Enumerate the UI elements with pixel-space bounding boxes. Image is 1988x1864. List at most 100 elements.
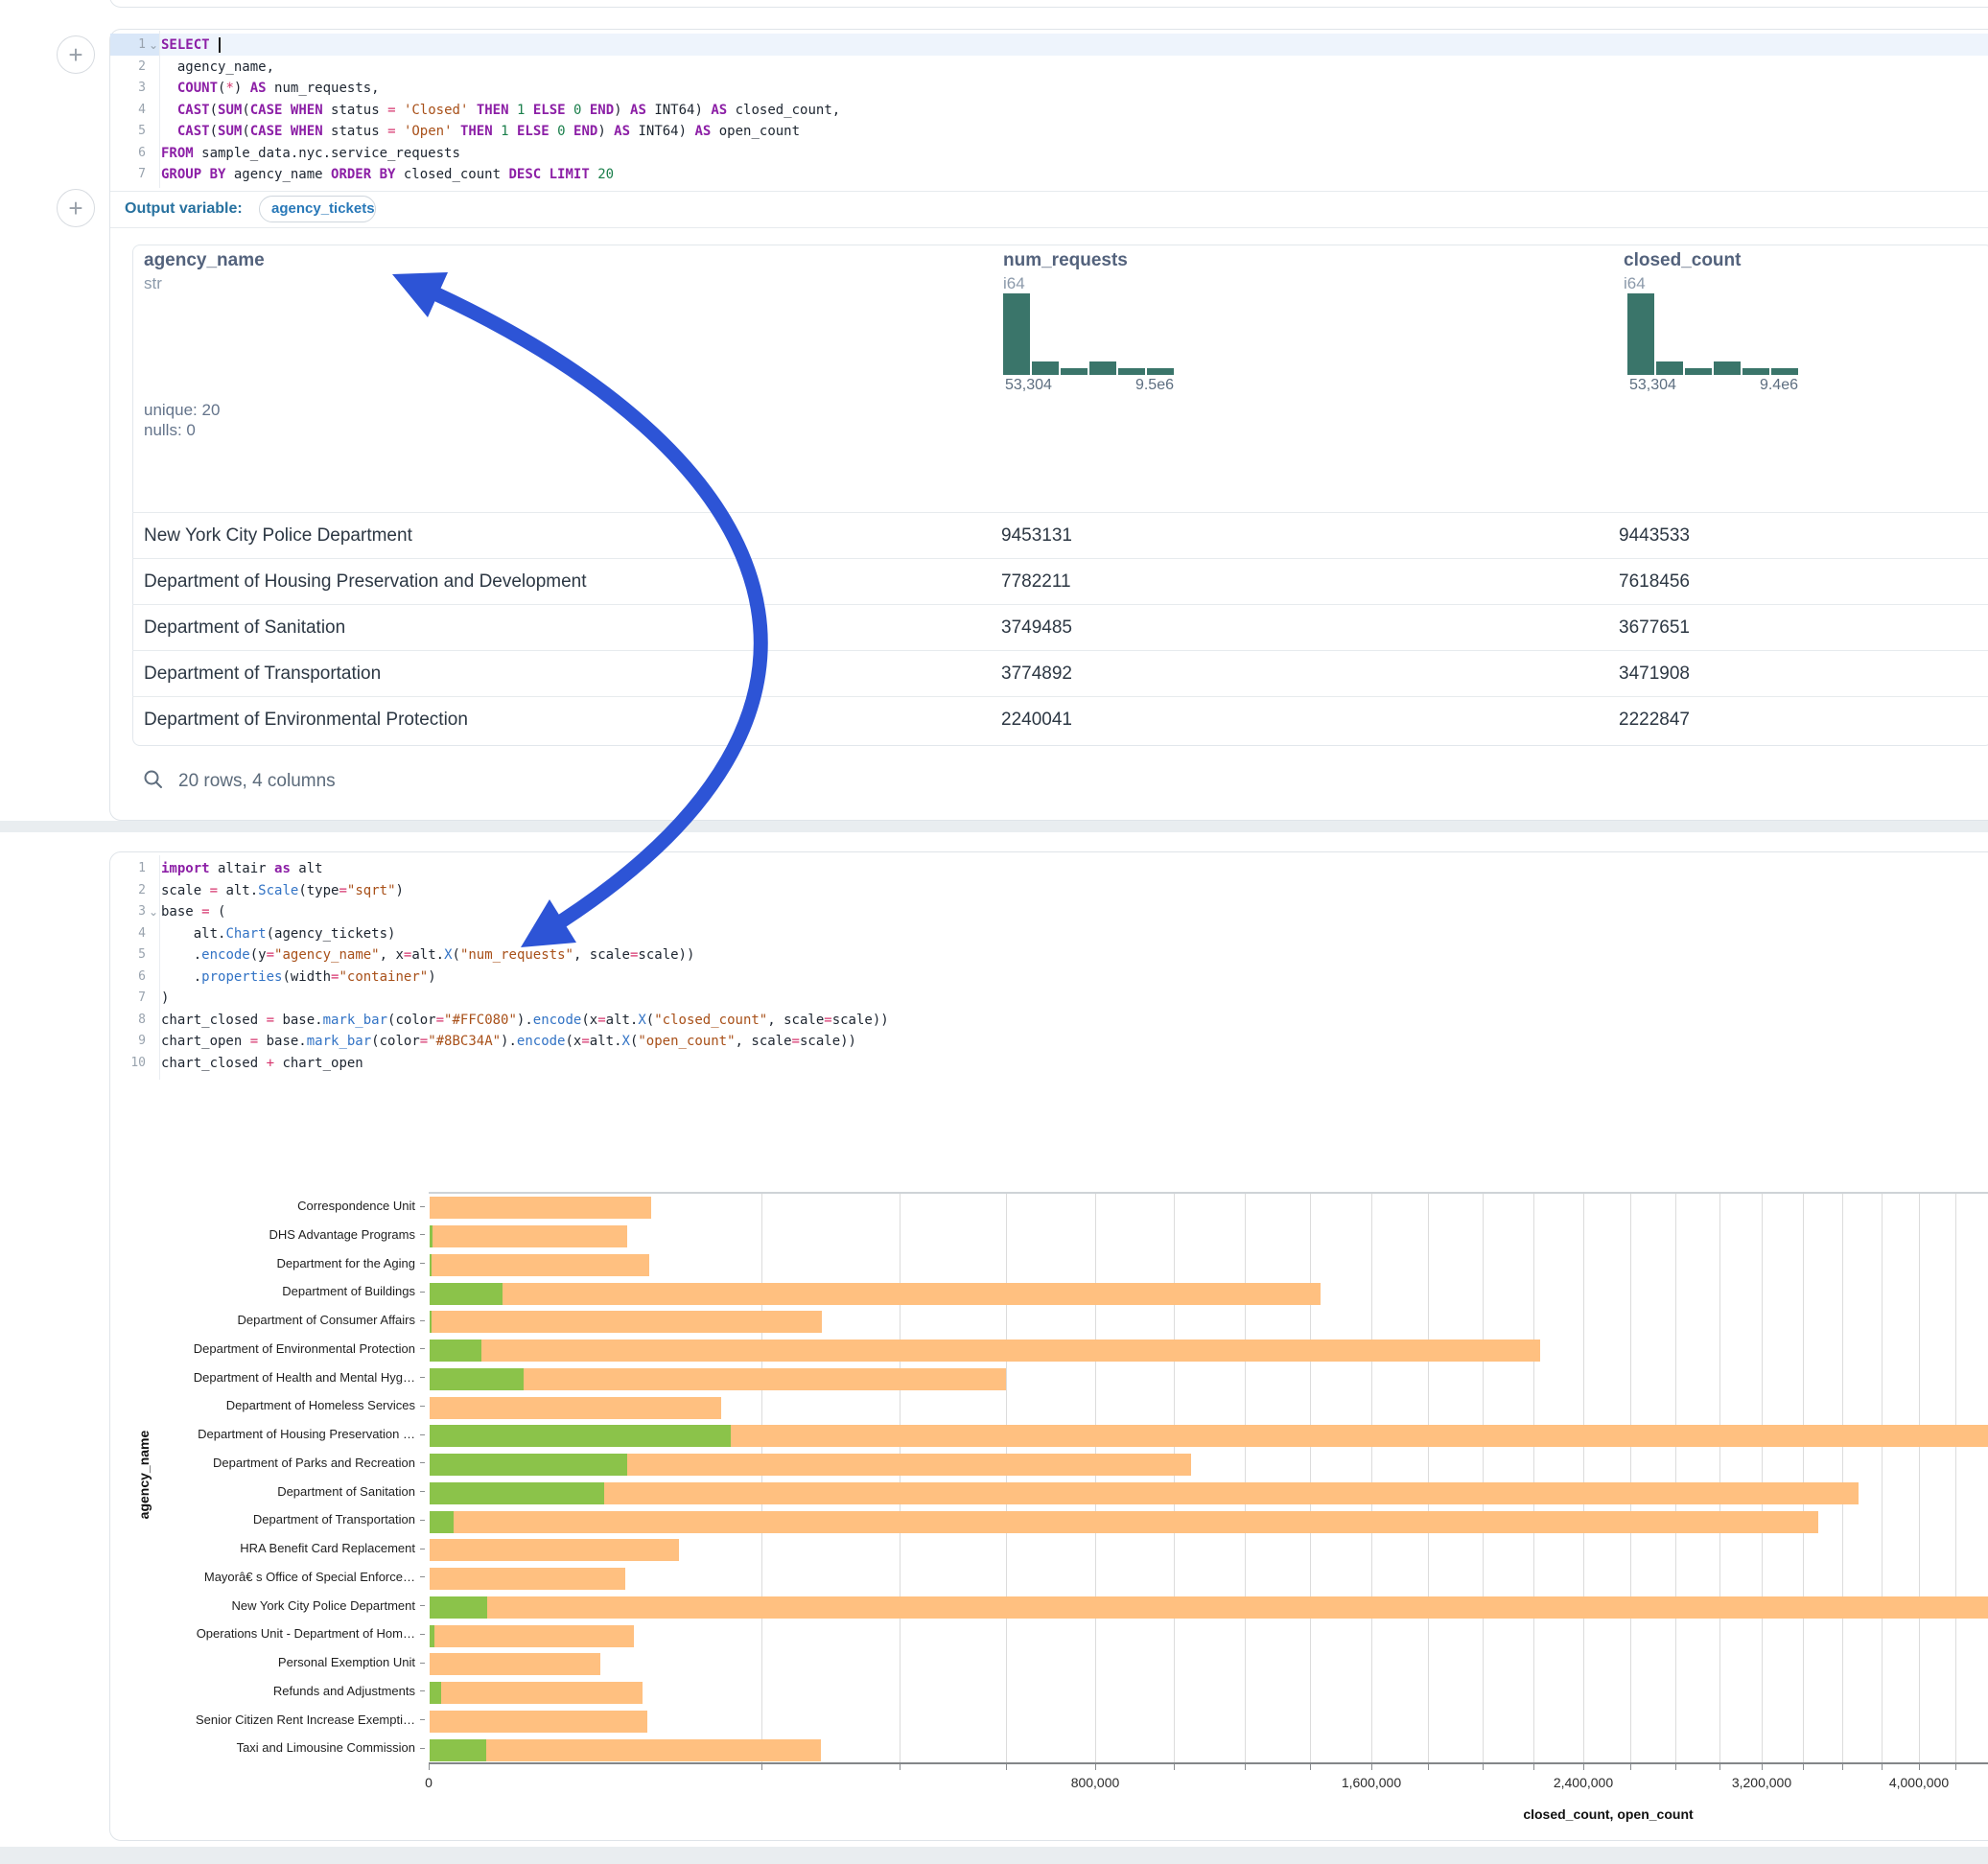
histogram-bar — [1627, 293, 1654, 375]
cell-agency-name: Department of Transportation — [144, 651, 381, 697]
hist-max-label: 9.4e6 — [1731, 377, 1798, 394]
x-axis-tick — [1719, 1764, 1720, 1770]
line-number: 3 — [109, 78, 146, 100]
x-axis-tick — [1675, 1764, 1676, 1770]
y-axis-label: Department of Environmental Protection — [115, 1341, 415, 1357]
add-block-button-top[interactable]: + — [57, 35, 95, 74]
open-bar — [430, 1625, 434, 1647]
y-axis-tick — [420, 1605, 425, 1606]
code-line: .properties(width="container") — [161, 967, 436, 989]
y-axis-label: Department of Sanitation — [115, 1484, 415, 1500]
cell-num-requests: 9453131 — [1001, 513, 1072, 559]
table-row[interactable]: Department of Sanitation 3749485 3677651 — [132, 604, 1988, 650]
code-line: COUNT(*) AS num_requests, — [161, 78, 380, 100]
column-header-num-requests[interactable]: num_requests — [1003, 250, 1128, 271]
histogram-bar — [1147, 368, 1174, 375]
column-header-closed-count[interactable]: closed_count — [1624, 250, 1741, 271]
cell-closed-count: 7618456 — [1619, 559, 1690, 605]
y-axis-tick — [420, 1206, 425, 1207]
line-number: 9 — [109, 1031, 146, 1053]
cell-closed-count: 2222847 — [1619, 697, 1690, 743]
gridline — [1371, 1194, 1372, 1764]
table-row[interactable]: Department of Environmental Protection 2… — [132, 696, 1988, 742]
add-block-button-output[interactable]: + — [57, 189, 95, 227]
code-line: chart_open = base.mark_bar(color="#8BC34… — [161, 1031, 856, 1053]
open-bar — [430, 1340, 481, 1362]
y-axis-tick — [420, 1663, 425, 1664]
y-axis-tick — [420, 1406, 425, 1407]
y-axis-label: Department of Buildings — [115, 1284, 415, 1299]
y-axis-tick — [420, 1719, 425, 1720]
column-header-agency-name[interactable]: agency_name — [144, 250, 265, 271]
histogram-bar — [1742, 368, 1769, 375]
cell-agency-name: Department of Environmental Protection — [144, 697, 468, 743]
hist-min-label: 53,304 — [1629, 377, 1676, 394]
fold-chevron-icon[interactable]: ⌄ — [149, 35, 158, 57]
histogram-bar — [1714, 361, 1741, 375]
x-axis-tick — [1955, 1764, 1956, 1770]
y-axis-tick — [420, 1690, 425, 1691]
y-axis-label: Department of Transportation — [115, 1512, 415, 1527]
y-axis-tick — [420, 1320, 425, 1321]
x-axis-tick — [761, 1764, 762, 1770]
table-row[interactable]: Department of Housing Preservation and D… — [132, 558, 1988, 604]
line-number: 8 — [109, 1010, 146, 1032]
gridline — [1095, 1194, 1096, 1764]
gridline — [1245, 1194, 1246, 1764]
closed-bar — [430, 1539, 679, 1561]
code-line: FROM sample_data.nyc.service_requests — [161, 143, 460, 165]
fold-chevron-icon[interactable]: ⌄ — [149, 901, 158, 923]
open-bar — [430, 1283, 503, 1305]
column-type: str — [144, 274, 162, 293]
gridline — [1583, 1194, 1584, 1764]
closed-bar — [430, 1596, 1988, 1619]
search-icon[interactable] — [142, 768, 165, 791]
x-axis-tick — [1006, 1764, 1007, 1770]
y-axis-label: Correspondence Unit — [115, 1199, 415, 1214]
open-bar — [430, 1511, 454, 1533]
y-axis-label: Operations Unit - Department of Hom… — [115, 1626, 415, 1642]
y-axis-label: Department of Housing Preservation … — [115, 1427, 415, 1442]
y-axis-label: Department of Consumer Affairs — [115, 1313, 415, 1328]
divider — [110, 227, 1988, 228]
x-axis-tick — [1310, 1764, 1311, 1770]
x-axis-tick — [1483, 1764, 1484, 1770]
line-number: 1 — [109, 858, 146, 880]
y-axis-label: Department of Homeless Services — [115, 1398, 415, 1413]
closed-bar — [430, 1653, 600, 1675]
y-axis-label: Department of Parks and Recreation — [115, 1456, 415, 1471]
histogram-bar — [1118, 368, 1145, 375]
open-bar — [430, 1368, 524, 1390]
open-bar — [430, 1682, 441, 1704]
y-axis-tick — [420, 1292, 425, 1293]
output-variable-chip[interactable]: agency_tickets — [259, 196, 376, 222]
code-line: import altair as alt — [161, 858, 323, 880]
gridline — [1006, 1194, 1007, 1764]
code-line: chart_closed + chart_open — [161, 1053, 363, 1075]
closed-bar — [430, 1711, 647, 1733]
code-line: chart_closed = base.mark_bar(color="#FFC… — [161, 1010, 889, 1032]
y-axis-label: Mayorâ€ s Office of Special Enforce… — [115, 1570, 415, 1585]
gridline — [1719, 1194, 1720, 1764]
x-axis-tick — [1762, 1764, 1763, 1770]
x-axis-tick-label: 4,000,000 — [1852, 1775, 1986, 1790]
code-line: .encode(y="agency_name", x=alt.X("num_re… — [161, 944, 694, 967]
x-axis-tick-label: 1,600,000 — [1304, 1775, 1438, 1790]
y-axis-tick — [420, 1634, 425, 1635]
y-axis-label: Taxi and Limousine Commission — [115, 1740, 415, 1756]
table-row[interactable]: Department of Transportation 3774892 347… — [132, 650, 1988, 696]
column-type: i64 — [1003, 274, 1025, 293]
gridline — [1533, 1194, 1534, 1764]
divider — [110, 191, 1988, 192]
line-number: 2 — [109, 57, 146, 79]
gridline — [1803, 1194, 1804, 1764]
gridline — [1483, 1194, 1484, 1764]
code-line: ) — [161, 988, 169, 1010]
line-number: 4 — [109, 100, 146, 122]
text-cursor — [219, 37, 221, 53]
gridline — [761, 1194, 762, 1764]
open-bar — [430, 1254, 432, 1276]
table-row[interactable]: New York City Police Department 9453131 … — [132, 512, 1988, 558]
x-axis-tick — [1533, 1764, 1534, 1770]
code-line: base = ( — [161, 901, 225, 923]
